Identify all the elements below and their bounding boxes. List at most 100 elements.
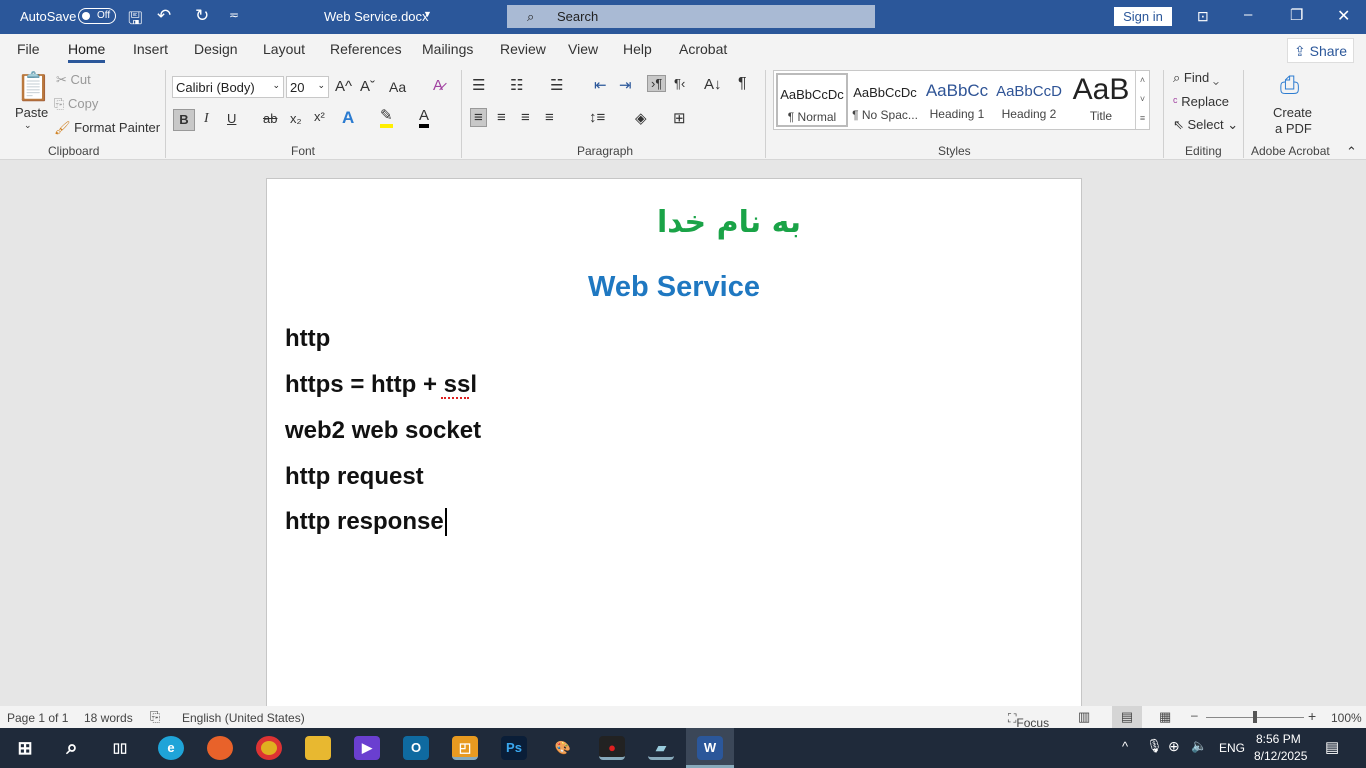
clock-date[interactable]: 8/12/2025 bbox=[1254, 749, 1307, 763]
sign-in-button[interactable]: Sign in bbox=[1114, 7, 1172, 26]
style-no-spacing[interactable]: AaBbCcDc ¶ No Spac... bbox=[849, 73, 921, 127]
style-title[interactable]: AaB Title bbox=[1065, 73, 1137, 127]
decrease-indent-icon[interactable]: ⇤ bbox=[594, 76, 607, 94]
customize-toolbar-icon[interactable]: ≂ bbox=[229, 8, 239, 22]
photoshop-icon[interactable]: Ps bbox=[501, 736, 527, 760]
ribbon-display-icon[interactable]: ⊡ bbox=[1197, 8, 1209, 25]
tab-review[interactable]: Review bbox=[500, 41, 546, 57]
tab-design[interactable]: Design bbox=[194, 41, 238, 57]
superscript-button[interactable]: x² bbox=[314, 109, 325, 124]
italic-button[interactable]: I bbox=[204, 111, 209, 127]
numbering-icon[interactable]: ☷ bbox=[510, 76, 523, 94]
tab-insert[interactable]: Insert bbox=[133, 41, 168, 57]
close-button[interactable]: ✕ bbox=[1337, 6, 1350, 26]
tab-mailings[interactable]: Mailings bbox=[422, 41, 473, 57]
show-hidden-icons[interactable]: ^ bbox=[1122, 739, 1128, 754]
undo-icon[interactable]: ↶ bbox=[157, 6, 171, 26]
tab-view[interactable]: View bbox=[568, 41, 598, 57]
underline-button[interactable]: U bbox=[227, 111, 236, 126]
word-taskbar-button[interactable]: W bbox=[686, 728, 734, 768]
style-normal[interactable]: AaBbCcDc ¶ Normal bbox=[776, 73, 848, 127]
font-size-select[interactable]: 20 ⌄ bbox=[286, 76, 329, 98]
multilevel-list-icon[interactable]: ☱ bbox=[550, 76, 563, 94]
outlook-icon[interactable]: O bbox=[403, 736, 429, 760]
strikethrough-button[interactable]: ab bbox=[263, 111, 277, 126]
language[interactable]: English (United States) bbox=[182, 711, 305, 725]
highlight-icon[interactable]: ✎ bbox=[380, 108, 393, 128]
find-button[interactable]: ⌕ Find ⌄ bbox=[1173, 70, 1219, 86]
recorder-icon[interactable]: ● bbox=[599, 736, 625, 760]
tab-home[interactable]: Home bbox=[68, 41, 106, 63]
grow-font-button[interactable]: A^ bbox=[335, 78, 352, 95]
autosave-toggle[interactable]: Off bbox=[78, 8, 116, 24]
tab-layout[interactable]: Layout bbox=[263, 41, 305, 57]
show-marks-icon[interactable]: ¶ bbox=[738, 75, 747, 93]
shading-icon[interactable]: ◈ bbox=[635, 109, 647, 127]
file-explorer-icon[interactable] bbox=[305, 736, 331, 760]
language-indicator[interactable]: ENG bbox=[1219, 741, 1245, 755]
tab-file[interactable]: File bbox=[17, 41, 40, 57]
format-painter-button[interactable]: 🖌 Format Painter bbox=[54, 120, 160, 136]
app-icon[interactable]: ◰ bbox=[452, 736, 478, 760]
windows-start-icon[interactable]: ⊞ bbox=[12, 736, 38, 760]
style-heading-2[interactable]: AaBbCcD Heading 2 bbox=[993, 73, 1065, 127]
tab-acrobat[interactable]: Acrobat bbox=[679, 41, 727, 57]
focus-button[interactable]: ⛶ Focus bbox=[1008, 711, 1049, 730]
copy-button[interactable]: ⎘ Copy bbox=[54, 96, 98, 112]
page-count[interactable]: Page 1 of 1 bbox=[7, 711, 68, 725]
rtl-icon[interactable]: ¶‹ bbox=[674, 76, 685, 91]
share-button[interactable]: ⇪ Share bbox=[1287, 38, 1354, 63]
minimize-button[interactable]: – bbox=[1244, 6, 1252, 23]
cut-button[interactable]: ✂ Cut bbox=[56, 72, 91, 88]
align-center-icon[interactable]: ≡ bbox=[497, 109, 506, 126]
align-right-icon[interactable]: ≡ bbox=[521, 109, 530, 126]
shield-app-icon[interactable]: ▶ bbox=[354, 736, 380, 760]
firefox-icon[interactable] bbox=[207, 736, 233, 760]
task-view-icon[interactable]: ▯▯ bbox=[107, 736, 133, 760]
create-pdf-line1[interactable]: Create bbox=[1273, 105, 1312, 120]
justify-icon[interactable]: ≡ bbox=[545, 109, 554, 126]
print-layout-icon[interactable]: ▤ bbox=[1112, 706, 1142, 728]
restore-button[interactable]: ❐ bbox=[1290, 6, 1303, 24]
text-effects-icon[interactable]: A bbox=[342, 108, 354, 128]
align-left-icon[interactable]: ≡ bbox=[470, 108, 487, 127]
zoom-slider-thumb[interactable] bbox=[1253, 711, 1257, 723]
zoom-in-button[interactable]: + bbox=[1308, 708, 1316, 724]
network-icon[interactable]: ⊕ bbox=[1168, 738, 1180, 755]
notes-icon[interactable]: ▰ bbox=[648, 736, 674, 760]
paint-icon[interactable]: 🎨 bbox=[550, 736, 576, 760]
bold-button[interactable]: B bbox=[173, 109, 195, 131]
proofing-icon[interactable]: ⎘ bbox=[150, 709, 160, 725]
search-icon[interactable]: ⌕ bbox=[59, 736, 85, 760]
borders-icon[interactable]: ⊞ bbox=[673, 109, 686, 127]
clock-time[interactable]: 8:56 PM bbox=[1256, 732, 1301, 746]
search-box[interactable]: ⌕ Search bbox=[507, 5, 875, 28]
bullets-icon[interactable]: ☰ bbox=[472, 76, 485, 94]
collapse-ribbon-icon[interactable]: ⌃ bbox=[1346, 144, 1357, 160]
style-heading-1[interactable]: AaBbCc Heading 1 bbox=[921, 73, 993, 127]
create-pdf-line2[interactable]: a PDF bbox=[1275, 121, 1312, 136]
document-page[interactable]: به نام خدا Web Service http https = http… bbox=[266, 178, 1082, 708]
word-count[interactable]: 18 words bbox=[84, 711, 133, 725]
tab-help[interactable]: Help bbox=[623, 41, 652, 57]
paste-button[interactable]: Paste bbox=[15, 105, 48, 120]
line-spacing-icon[interactable]: ↕≡ bbox=[589, 109, 605, 126]
microphone-icon[interactable]: 🎙 bbox=[1146, 738, 1163, 754]
subscript-button[interactable]: x₂ bbox=[290, 111, 302, 126]
shrink-font-button[interactable]: Aˇ bbox=[360, 78, 375, 95]
document-title[interactable]: Web Service.docx bbox=[324, 9, 429, 24]
paste-icon[interactable]: 📋 bbox=[16, 70, 51, 103]
select-button[interactable]: ⇖ Select ⌄ bbox=[1173, 117, 1238, 133]
font-name-select[interactable]: Calibri (Body) ⌄ bbox=[172, 76, 284, 98]
replace-button[interactable]: ᶜ Replace bbox=[1173, 94, 1229, 109]
styles-scroll[interactable]: ˄ ˅ ≡ bbox=[1135, 71, 1149, 129]
edge-icon[interactable]: e bbox=[158, 736, 184, 760]
clear-formatting-icon[interactable]: A̷ bbox=[433, 77, 443, 94]
redo-icon[interactable]: ↻ bbox=[195, 6, 209, 26]
save-icon[interactable]: 🖫 bbox=[128, 6, 142, 35]
tab-references[interactable]: References bbox=[330, 41, 402, 57]
volume-icon[interactable]: 🔈 bbox=[1191, 738, 1207, 754]
increase-indent-icon[interactable]: ⇥ bbox=[619, 76, 632, 94]
sort-icon[interactable]: A↓ bbox=[704, 76, 722, 93]
zoom-level[interactable]: 100% bbox=[1331, 711, 1362, 725]
